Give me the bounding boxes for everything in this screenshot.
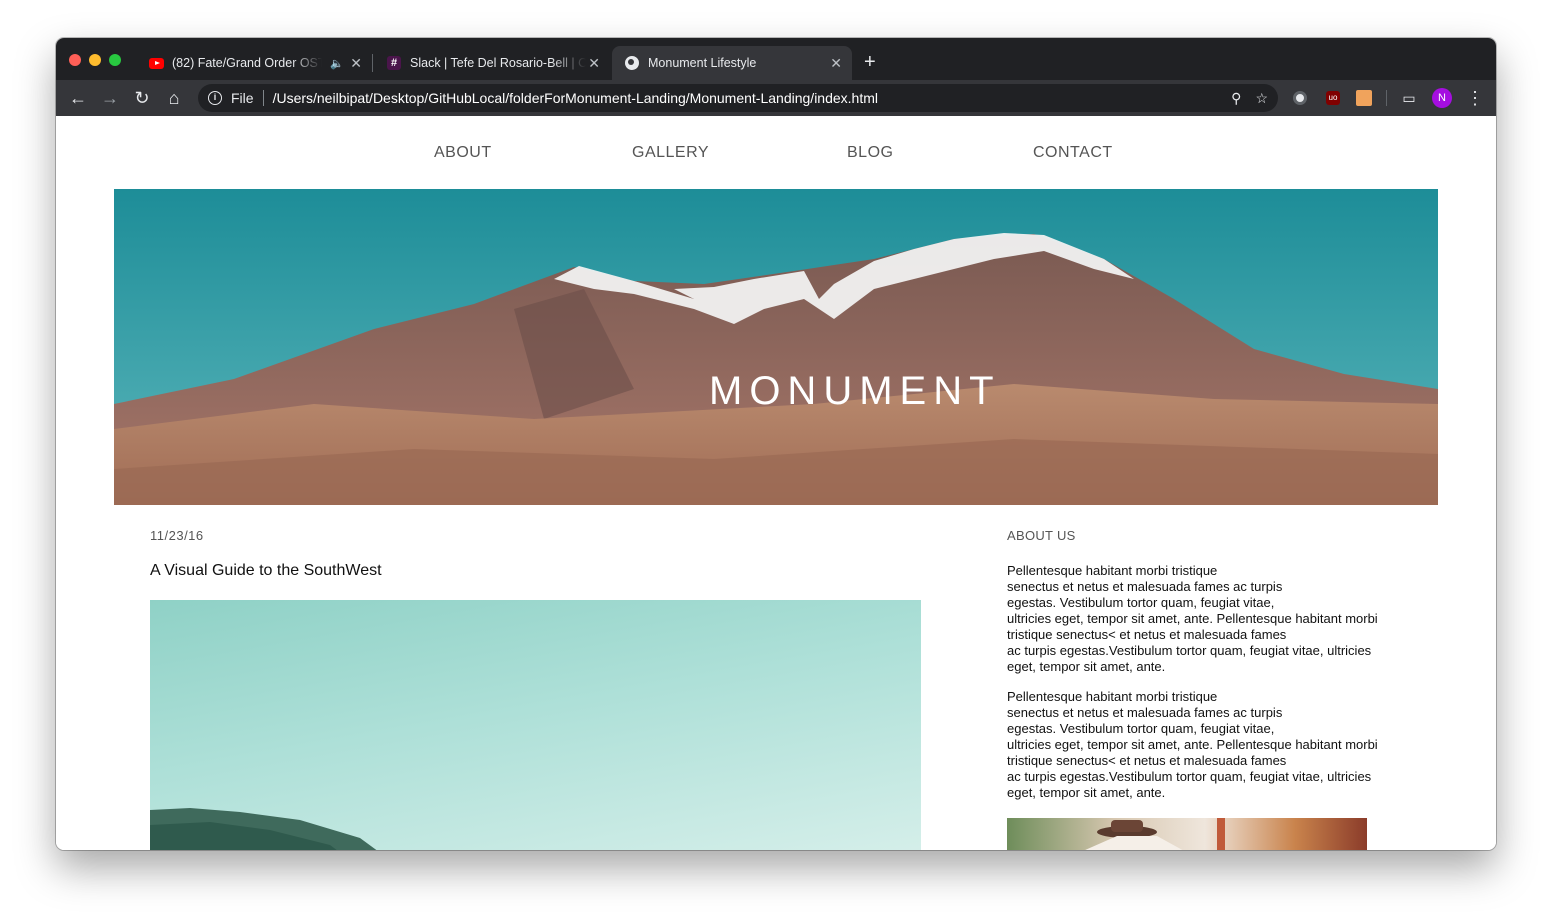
browser-window: (82) Fate/Grand Order OST 🔈 ✕ # Slack | … — [56, 38, 1496, 850]
browser-toolbar: ← → ↻ ⌂ i File /Users/neilbipat/Desktop/… — [56, 80, 1496, 116]
close-tab-icon[interactable]: ✕ — [588, 55, 600, 72]
reload-icon[interactable]: ↻ — [130, 86, 154, 110]
slack-icon: # — [386, 55, 402, 71]
sidebar-image — [1007, 818, 1367, 850]
globe-icon — [624, 55, 640, 71]
scheme-label: File — [231, 90, 254, 106]
post-image — [150, 600, 921, 850]
toolbar-separator — [1386, 90, 1387, 106]
minimize-window-button[interactable] — [89, 54, 101, 66]
web-page: ABOUT GALLERY BLOG CONTACT MONUMENT 11/2… — [56, 116, 1496, 850]
post-landscape-illustration — [150, 808, 377, 850]
url-text[interactable]: /Users/neilbipat/Desktop/GitHubLocal/fol… — [273, 90, 878, 106]
kebab-menu-icon[interactable]: ⋮ — [1466, 86, 1484, 110]
hero-banner: MONUMENT — [114, 189, 1438, 505]
about-paragraph: Pellentesque habitant morbi tristique se… — [1007, 689, 1378, 800]
new-tab-button[interactable]: + — [864, 50, 876, 74]
profile-avatar[interactable]: N — [1432, 88, 1452, 108]
tab-title: Slack | Tefe Del Rosario-Bell | C — [410, 56, 586, 70]
extension-circle-icon[interactable] — [1290, 88, 1310, 108]
tab-title: Monument Lifestyle — [648, 56, 757, 70]
tab-monument-lifestyle[interactable]: Monument Lifestyle ✕ — [612, 46, 852, 80]
close-window-button[interactable] — [69, 54, 81, 66]
maximize-window-button[interactable] — [109, 54, 121, 66]
back-arrow-icon[interactable]: ← — [66, 86, 90, 110]
zoom-icon[interactable]: ⚲ — [1231, 90, 1241, 107]
cast-icon[interactable]: ▭ — [1399, 88, 1419, 108]
tab-strip: (82) Fate/Grand Order OST 🔈 ✕ # Slack | … — [56, 38, 1496, 80]
tab-separator — [372, 54, 373, 72]
address-bar[interactable]: i File /Users/neilbipat/Desktop/GitHubLo… — [198, 84, 1278, 112]
person-hat-illustration — [1085, 818, 1225, 850]
nav-link-blog[interactable]: BLOG — [847, 144, 893, 162]
nav-link-gallery[interactable]: GALLERY — [632, 144, 709, 162]
nav-link-contact[interactable]: CONTACT — [1033, 144, 1113, 162]
tab-title: (82) Fate/Grand Order OST — [172, 56, 322, 70]
site-nav: ABOUT GALLERY BLOG CONTACT — [56, 144, 1496, 166]
tab-youtube[interactable]: (82) Fate/Grand Order OST 🔈 ✕ — [136, 46, 372, 80]
close-tab-icon[interactable]: ✕ — [350, 55, 362, 72]
mountain-illustration — [114, 189, 1438, 505]
ublock-icon[interactable]: uo — [1323, 88, 1343, 108]
post-title[interactable]: A Visual Guide to the SouthWest — [150, 562, 382, 580]
about-paragraph: Pellentesque habitant morbi tristique se… — [1007, 563, 1378, 674]
about-heading: ABOUT US — [1007, 528, 1076, 543]
close-tab-icon[interactable]: ✕ — [830, 55, 842, 72]
post-date: 11/23/16 — [150, 528, 204, 543]
extension-face-icon[interactable] — [1354, 88, 1374, 108]
youtube-icon — [148, 55, 164, 71]
address-bar-actions: ⚲ ☆ — [1231, 90, 1268, 107]
bookmark-star-icon[interactable]: ☆ — [1255, 90, 1268, 107]
nav-link-about[interactable]: ABOUT — [434, 144, 492, 162]
tab-slack[interactable]: # Slack | Tefe Del Rosario-Bell | C ✕ — [374, 46, 610, 80]
forward-arrow-icon[interactable]: → — [98, 86, 122, 110]
home-icon[interactable]: ⌂ — [162, 86, 186, 110]
speaker-icon[interactable]: 🔈 — [330, 57, 344, 70]
hero-title: MONUMENT — [709, 369, 1001, 413]
address-separator — [262, 90, 264, 106]
info-icon[interactable]: i — [208, 91, 222, 105]
